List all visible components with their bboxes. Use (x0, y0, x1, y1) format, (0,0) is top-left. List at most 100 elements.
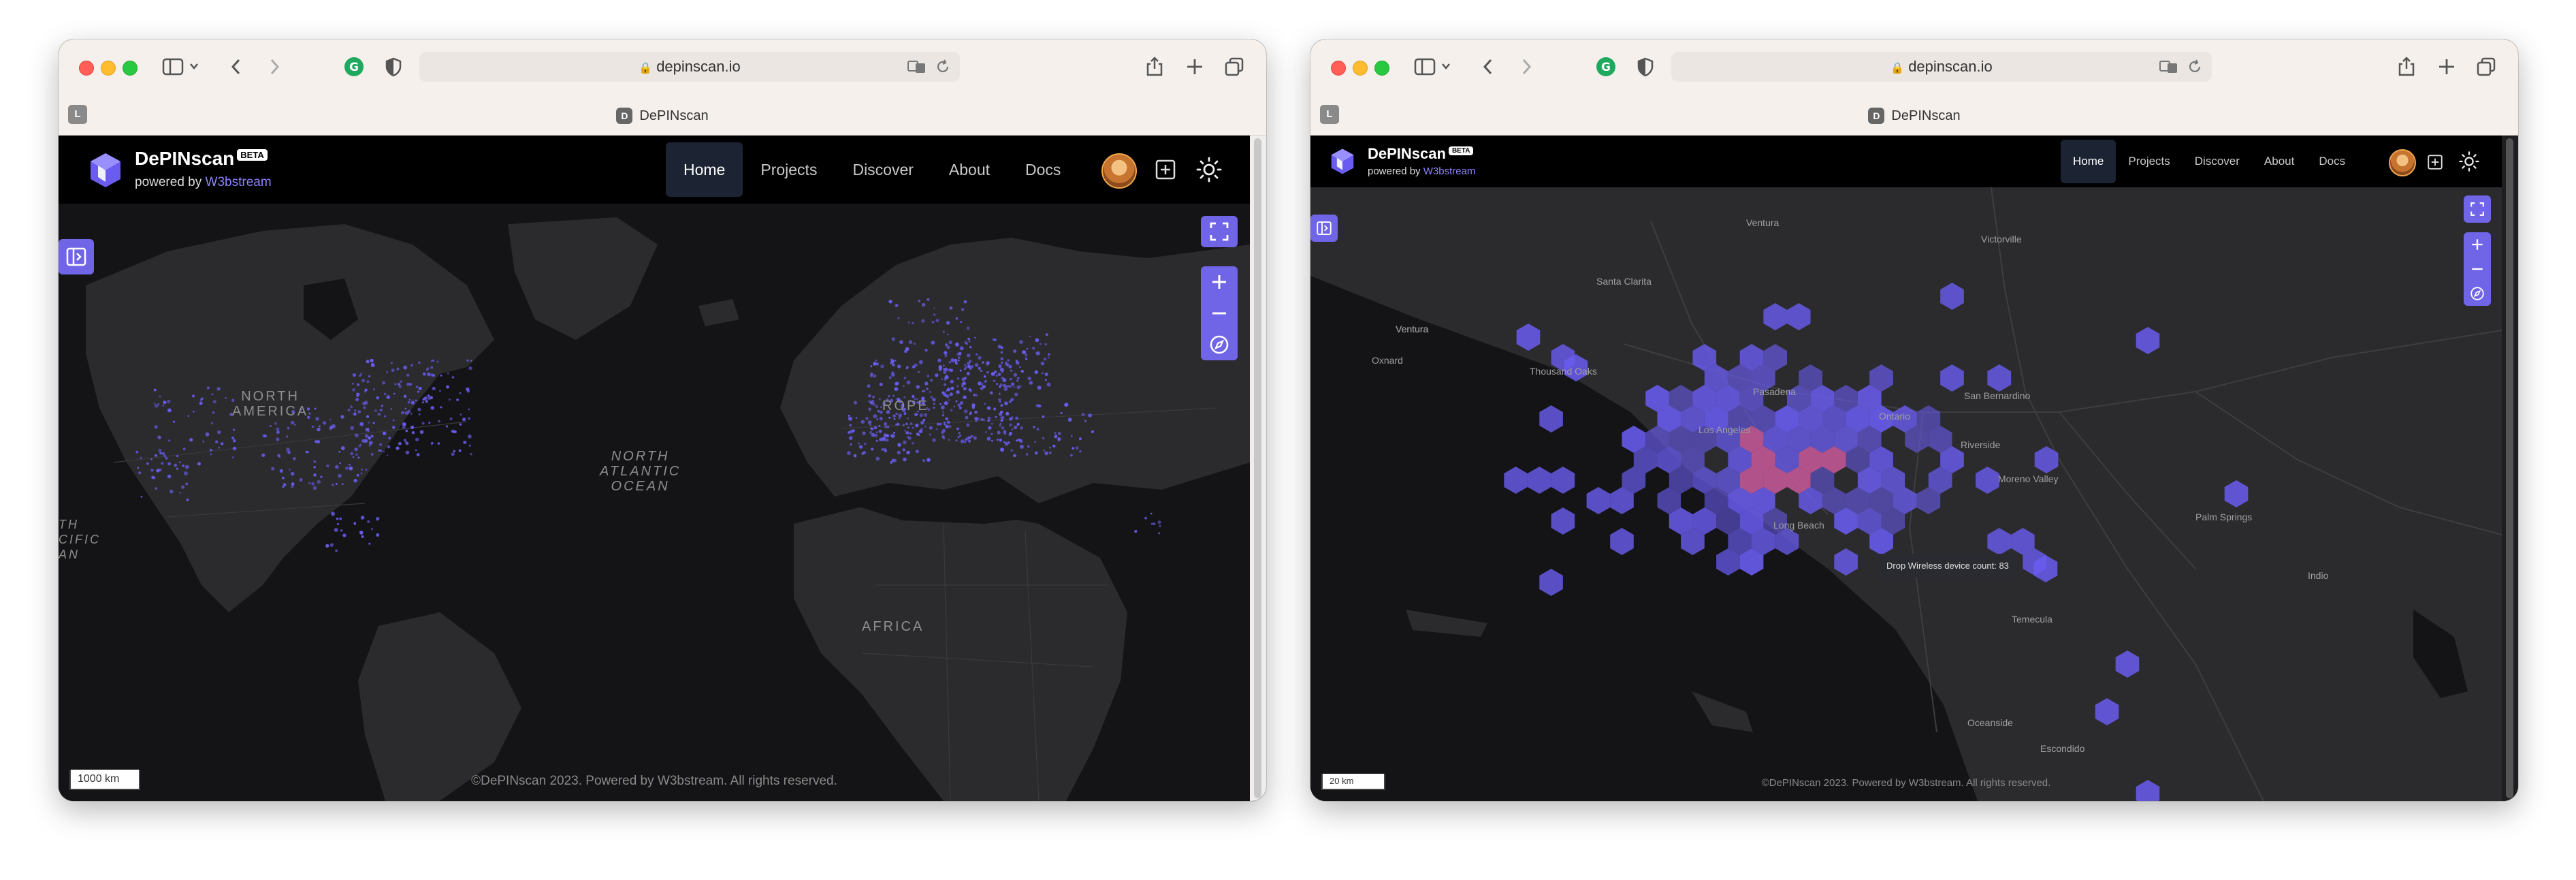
reload-icon[interactable] (935, 59, 950, 74)
minimize-window-button[interactable] (1353, 61, 1368, 76)
share-icon[interactable] (2397, 56, 2416, 78)
device-dot (406, 373, 410, 377)
address-bar[interactable]: 🔒 depinscan.io (419, 52, 960, 82)
nav-docs[interactable]: Docs (2306, 140, 2357, 183)
forward-icon[interactable] (267, 56, 282, 78)
zoom-out-button[interactable] (1201, 298, 1238, 329)
device-dot (320, 475, 323, 478)
avatar[interactable] (2389, 149, 2416, 176)
device-dot (906, 366, 909, 369)
nav-home[interactable]: Home (666, 142, 743, 197)
device-dot (415, 386, 419, 388)
reload-icon[interactable] (2187, 59, 2202, 74)
page-scrollbar[interactable] (1250, 136, 1266, 801)
add-project-icon[interactable] (1153, 156, 1178, 183)
device-dot (340, 415, 344, 419)
forward-icon[interactable] (1519, 56, 1534, 78)
device-dot (425, 396, 428, 398)
device-dot (935, 319, 939, 323)
depinscan-logo-icon[interactable] (88, 152, 123, 189)
fullscreen-control[interactable] (2464, 195, 2491, 223)
tab-overview-icon[interactable] (1224, 56, 1244, 78)
device-dot (1144, 516, 1148, 520)
device-dot (210, 422, 214, 425)
nav-about[interactable]: About (2252, 140, 2306, 183)
map-sidebar-toggle[interactable] (59, 239, 94, 274)
device-dot (153, 403, 156, 405)
device-dot (427, 396, 431, 400)
fullscreen-control[interactable] (1201, 216, 1238, 247)
site-brand[interactable]: DePINscan BETA (1368, 145, 1474, 163)
device-dot (430, 360, 432, 362)
scroll-thumb[interactable] (2506, 138, 2513, 798)
nav-about[interactable]: About (931, 142, 1008, 197)
device-dot (361, 439, 366, 443)
map-sidebar-toggle[interactable] (1310, 215, 1338, 242)
device-dot (192, 394, 195, 398)
device-dot (918, 360, 923, 364)
theme-toggle-sun-icon[interactable] (2458, 151, 2480, 172)
nav-discover[interactable]: Discover (2183, 140, 2252, 183)
zoom-in-button[interactable] (1201, 266, 1238, 298)
tab-overview-icon[interactable] (2476, 56, 2496, 78)
device-dot (137, 467, 140, 469)
zoom-out-button[interactable] (2464, 257, 2491, 281)
w3bstream-link[interactable]: W3bstream (206, 175, 272, 189)
translate-icon[interactable] (2159, 59, 2179, 74)
page-scrollbar[interactable] (2502, 136, 2518, 801)
device-dot (1019, 340, 1023, 345)
compass-button[interactable] (1201, 329, 1238, 360)
nav-projects[interactable]: Projects (743, 142, 835, 197)
device-dot (1013, 349, 1016, 353)
depinscan-logo-icon[interactable] (1330, 148, 1355, 175)
back-icon[interactable] (229, 56, 244, 78)
device-dot (999, 422, 1002, 425)
avatar[interactable] (1101, 153, 1137, 189)
theme-toggle-sun-icon[interactable] (1195, 156, 1223, 183)
privacy-shield-icon[interactable] (1636, 56, 1655, 78)
w3bstream-link[interactable]: W3bstream (1423, 166, 1476, 177)
add-project-icon[interactable] (2426, 152, 2445, 172)
device-dot (1011, 382, 1015, 386)
device-dot (182, 465, 184, 467)
sidebar-toggle-icon[interactable] (162, 56, 202, 78)
zoom-window-button[interactable] (123, 61, 138, 76)
device-dot (965, 343, 968, 345)
nav-docs[interactable]: Docs (1008, 142, 1078, 197)
new-tab-icon[interactable] (1186, 56, 1204, 78)
city-label: Santa Clarita (1596, 276, 1652, 287)
nav-home[interactable]: Home (2061, 140, 2116, 183)
device-dot (948, 361, 951, 364)
grammarly-extension-icon[interactable]: G (343, 56, 365, 78)
device-dot (875, 362, 879, 366)
nav-discover[interactable]: Discover (835, 142, 931, 197)
close-window-button[interactable] (1331, 61, 1346, 76)
active-tab[interactable]: D DePINscan (1310, 97, 2518, 135)
privacy-shield-icon[interactable] (384, 56, 403, 78)
translate-icon[interactable] (907, 59, 927, 74)
device-dot (922, 419, 926, 422)
compass-button[interactable] (2464, 281, 2491, 306)
close-window-button[interactable] (79, 61, 94, 76)
device-dot (922, 459, 926, 462)
share-icon[interactable] (1145, 56, 1164, 78)
sidebar-toggle-icon[interactable] (1414, 56, 1453, 78)
world-map[interactable]: NORTH AMERICA NORTH ATLANTIC OCEAN ROPE AFR… (59, 204, 1250, 801)
device-dot (907, 321, 910, 324)
active-tab[interactable]: D DePINscan (59, 97, 1266, 135)
site-brand[interactable]: DePINscan BETA (135, 148, 268, 170)
scroll-thumb[interactable] (1254, 138, 1261, 798)
device-dot (938, 367, 942, 371)
minimize-window-button[interactable] (101, 61, 116, 76)
new-tab-icon[interactable] (2438, 56, 2456, 78)
device-dot (398, 441, 402, 445)
zoom-in-button[interactable] (2464, 232, 2491, 257)
nav-projects[interactable]: Projects (2116, 140, 2182, 183)
grammarly-extension-icon[interactable]: G (1595, 56, 1617, 78)
zoom-window-button[interactable] (1374, 61, 1389, 76)
regional-map[interactable]: Ventura Victorville Ventura Ventura Oxna… (1310, 187, 2502, 801)
address-bar[interactable]: 🔒 depinscan.io (1671, 52, 2212, 82)
device-dot (1052, 444, 1056, 448)
device-dot (367, 520, 370, 523)
back-icon[interactable] (1481, 56, 1496, 78)
